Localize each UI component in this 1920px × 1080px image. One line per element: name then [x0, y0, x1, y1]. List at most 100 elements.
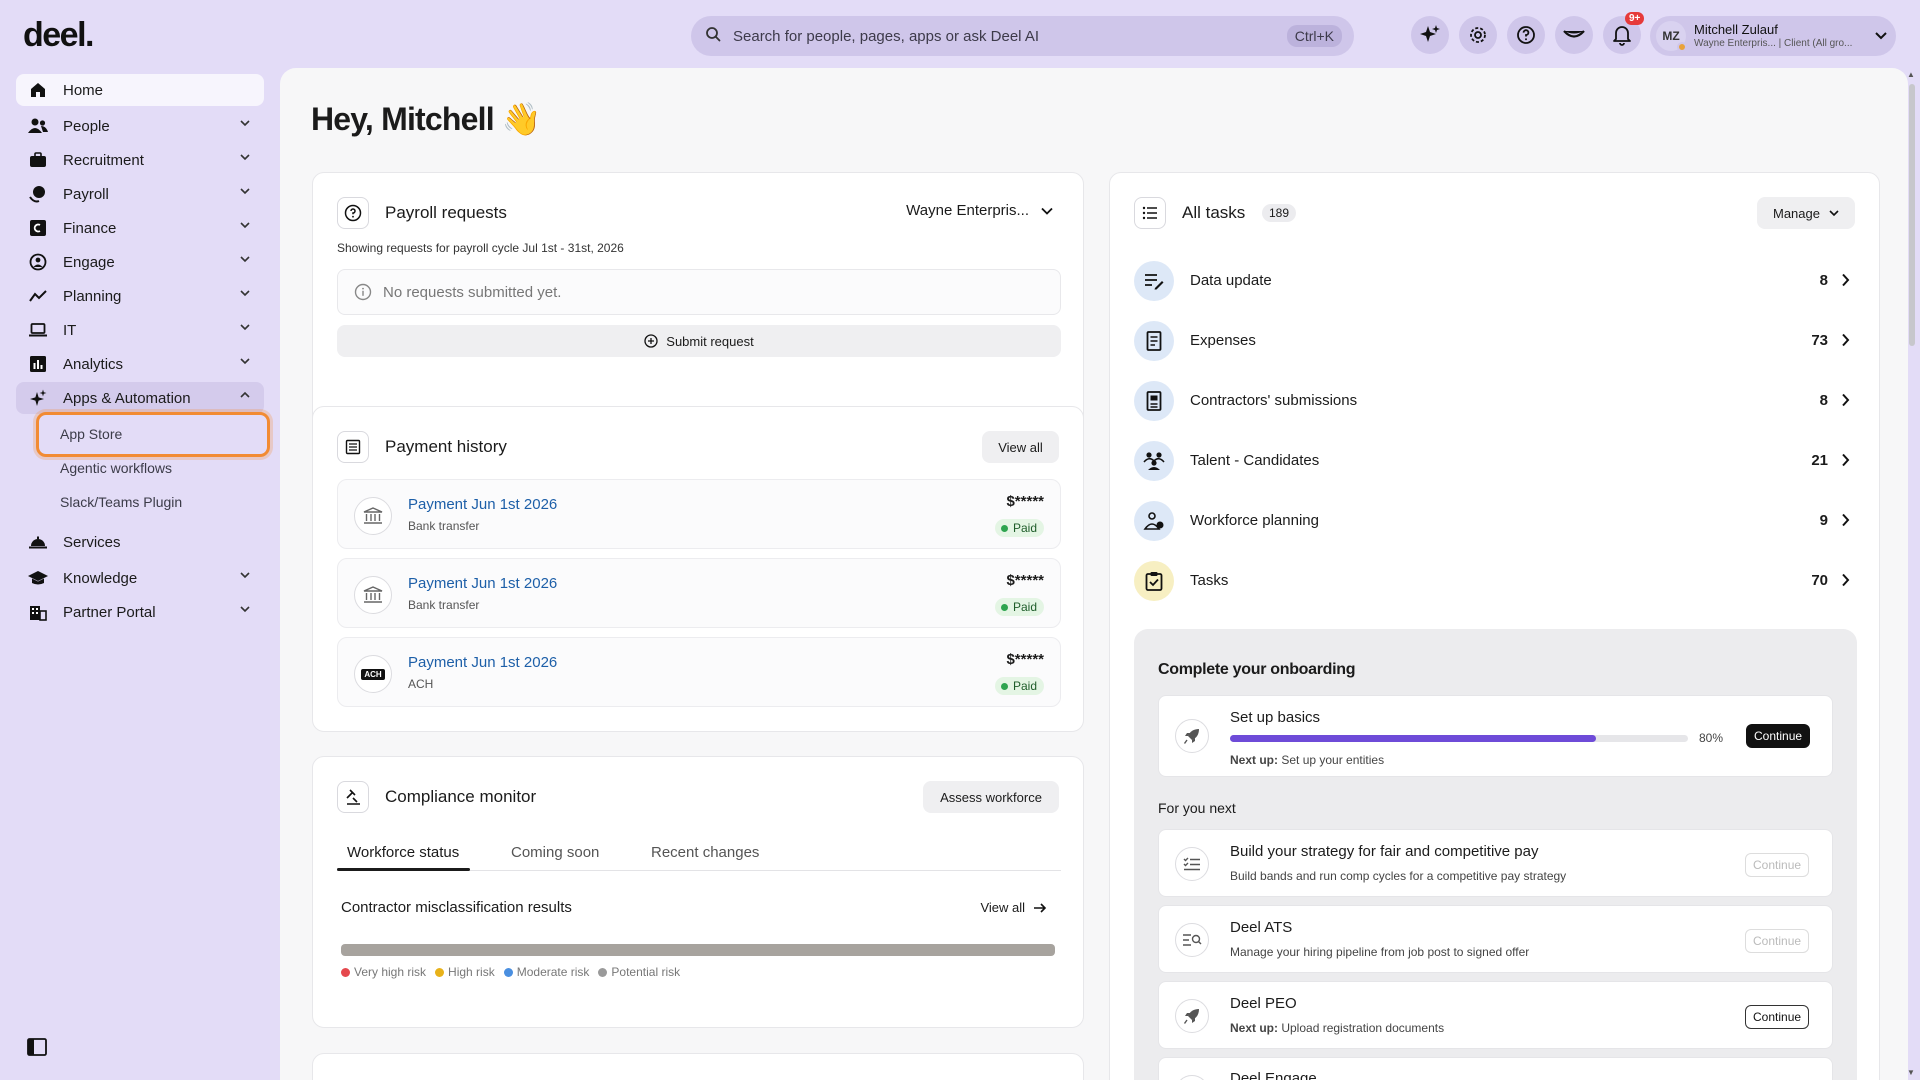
sidebar: Home People Recruitment Payroll Finance … — [0, 68, 276, 1080]
tasks-count-badge: 189 — [1262, 204, 1297, 222]
bell-icon — [1613, 26, 1631, 46]
deel-logo[interactable]: deel. — [23, 16, 94, 55]
deel-engage-card[interactable]: Deel Engage — [1158, 1057, 1833, 1080]
assess-workforce-button[interactable]: Assess workforce — [923, 781, 1059, 813]
payment-title[interactable]: Payment Jun 1st 2026 — [408, 654, 557, 671]
collapse-sidebar-icon[interactable] — [27, 1038, 47, 1061]
chevron-down-icon — [240, 188, 250, 195]
status-badge: Paid — [994, 677, 1044, 695]
submit-request-button[interactable]: Submit request — [337, 325, 1061, 357]
risk-legend: Very high risk High risk Moderate risk P… — [341, 965, 680, 979]
payment-row[interactable]: ACH Payment Jun 1st 2026 ACH $***** Paid — [337, 637, 1061, 707]
sidebar-item-people[interactable]: People — [16, 110, 264, 142]
pay-strategy-card[interactable]: Build your strategy for fair and competi… — [1158, 829, 1833, 897]
tab-coming-soon[interactable]: Coming soon — [511, 844, 599, 861]
continue-button[interactable]: Continue — [1745, 929, 1810, 953]
chevron-down-icon — [1041, 207, 1053, 215]
payment-row[interactable]: Payment Jun 1st 2026 Bank transfer $****… — [337, 479, 1061, 549]
ach-icon-label: ACH — [361, 668, 385, 680]
next-card-partial — [312, 1053, 1084, 1080]
payment-title[interactable]: Payment Jun 1st 2026 — [408, 575, 557, 592]
task-row-contractors-submissions[interactable]: Contractors' submissions 8 — [1134, 379, 1856, 423]
continue-button[interactable]: Continue — [1745, 853, 1810, 877]
sidebar-item-services[interactable]: Services — [16, 526, 264, 558]
search-placeholder[interactable]: Search for people, pages, apps or ask De… — [733, 28, 1287, 45]
sidebar-item-label: Partner Portal — [63, 603, 156, 621]
briefcase-icon — [28, 150, 48, 170]
sidebar-item-label: Apps & Automation — [63, 389, 191, 407]
task-row-tasks[interactable]: Tasks 70 — [1134, 559, 1856, 603]
sidebar-item-finance[interactable]: Finance — [16, 212, 264, 244]
sidebar-item-label: Analytics — [63, 355, 124, 373]
task-row-talent-candidates[interactable]: Talent - Candidates 21 — [1134, 439, 1856, 483]
card-title: Deel Engage — [1230, 1070, 1317, 1080]
sidebar-item-home[interactable]: Home — [16, 74, 264, 106]
tab-recent-changes[interactable]: Recent changes — [651, 844, 759, 861]
chevron-down-icon — [240, 290, 250, 297]
sidebar-item-knowledge[interactable]: Knowledge — [16, 562, 264, 594]
engage-icon — [28, 252, 48, 272]
sidebar-item-payroll[interactable]: Payroll — [16, 178, 264, 210]
scroll-down-arrow[interactable]: ▼ — [1907, 1068, 1915, 1077]
manage-tasks-button[interactable]: Manage — [1757, 197, 1855, 229]
task-row-workforce-planning[interactable]: Workforce planning 9 — [1134, 499, 1856, 543]
chevron-right-icon — [1842, 333, 1850, 347]
continue-button[interactable]: Continue — [1745, 1005, 1810, 1029]
view-all-payments-button[interactable]: View all — [982, 431, 1059, 463]
deel-ats-card[interactable]: Deel ATS Manage your hiring pipeline fro… — [1158, 905, 1833, 973]
avatar: MZ — [1656, 21, 1687, 52]
sidebar-item-it[interactable]: IT — [16, 314, 264, 346]
task-row-data-update[interactable]: Data update 8 — [1134, 259, 1856, 303]
sidebar-item-planning[interactable]: Planning — [16, 280, 264, 312]
deel-peo-card[interactable]: Deel PEO Next up: Upload registration do… — [1158, 981, 1833, 1049]
task-row-expenses[interactable]: Expenses 73 — [1134, 319, 1856, 363]
user-org: Wayne Enterpris... | Client (All gro... — [1694, 37, 1853, 49]
status-label: Paid — [1012, 679, 1037, 693]
rocket-icon — [1175, 719, 1209, 753]
payment-title[interactable]: Payment Jun 1st 2026 — [408, 496, 557, 513]
chevron-down-icon — [1875, 32, 1887, 40]
legend-item: Very high risk — [341, 965, 426, 979]
sidebar-subitem-slack-teams-plugin[interactable]: Slack/Teams Plugin — [60, 494, 182, 510]
sidebar-subitem-agentic-workflows[interactable]: Agentic workflows — [60, 460, 172, 476]
entity-selector-label: Wayne Enterpris... — [906, 202, 1029, 219]
scrollbar-thumb[interactable] — [1909, 84, 1915, 346]
task-count: 70 — [1811, 572, 1828, 589]
chevron-down-icon — [240, 606, 250, 613]
scroll-up-arrow[interactable]: ▲ — [1907, 70, 1915, 79]
chevron-down-icon — [240, 572, 250, 579]
help-button[interactable] — [1507, 16, 1545, 54]
view-all-results-link[interactable]: View all — [980, 900, 1047, 915]
setup-next-up: Next up: Set up your entities — [1230, 753, 1385, 767]
sidebar-item-label: Planning — [63, 287, 122, 305]
submit-request-label: Submit request — [666, 333, 754, 349]
entity-selector[interactable]: Wayne Enterpris... — [906, 202, 1053, 219]
hide-values-button[interactable] — [1555, 16, 1593, 54]
payment-row[interactable]: Payment Jun 1st 2026 Bank transfer $****… — [337, 558, 1061, 628]
global-search[interactable]: Search for people, pages, apps or ask De… — [691, 16, 1354, 56]
eye-closed-icon — [1563, 30, 1585, 38]
user-menu-button[interactable]: MZ Mitchell Zulauf Wayne Enterpris... | … — [1650, 16, 1896, 56]
task-count: 73 — [1811, 332, 1828, 349]
setup-basics-card[interactable]: Set up basics 80% Next up: Set up your e… — [1158, 695, 1833, 777]
search-icon — [705, 26, 721, 47]
setup-continue-button[interactable]: Continue — [1746, 724, 1811, 748]
sidebar-item-label: Knowledge — [63, 569, 138, 587]
card-title: Payroll requests — [385, 203, 507, 222]
sidebar-item-engage[interactable]: Engage — [16, 246, 264, 278]
tab-workforce-status[interactable]: Workforce status — [347, 844, 459, 861]
settings-button[interactable] — [1459, 16, 1497, 54]
ai-sparkle-button[interactable] — [1411, 16, 1449, 54]
sparkle-icon — [28, 388, 48, 408]
checklist-icon — [1134, 561, 1174, 601]
sidebar-item-analytics[interactable]: Analytics — [16, 348, 264, 380]
card-subtitle: Manage your hiring pipeline from job pos… — [1230, 945, 1530, 959]
checklist-lines-icon — [1175, 847, 1209, 881]
view-all-label: View all — [980, 900, 1025, 915]
sidebar-item-recruitment[interactable]: Recruitment — [16, 144, 264, 176]
sidebar-item-partner-portal[interactable]: Partner Portal — [16, 596, 264, 628]
status-label: Paid — [1012, 600, 1037, 614]
sidebar-item-apps-automation[interactable]: Apps & Automation — [16, 382, 264, 414]
setup-basics-title: Set up basics — [1230, 709, 1321, 726]
card-subtitle: Build bands and run comp cycles for a co… — [1230, 869, 1567, 883]
